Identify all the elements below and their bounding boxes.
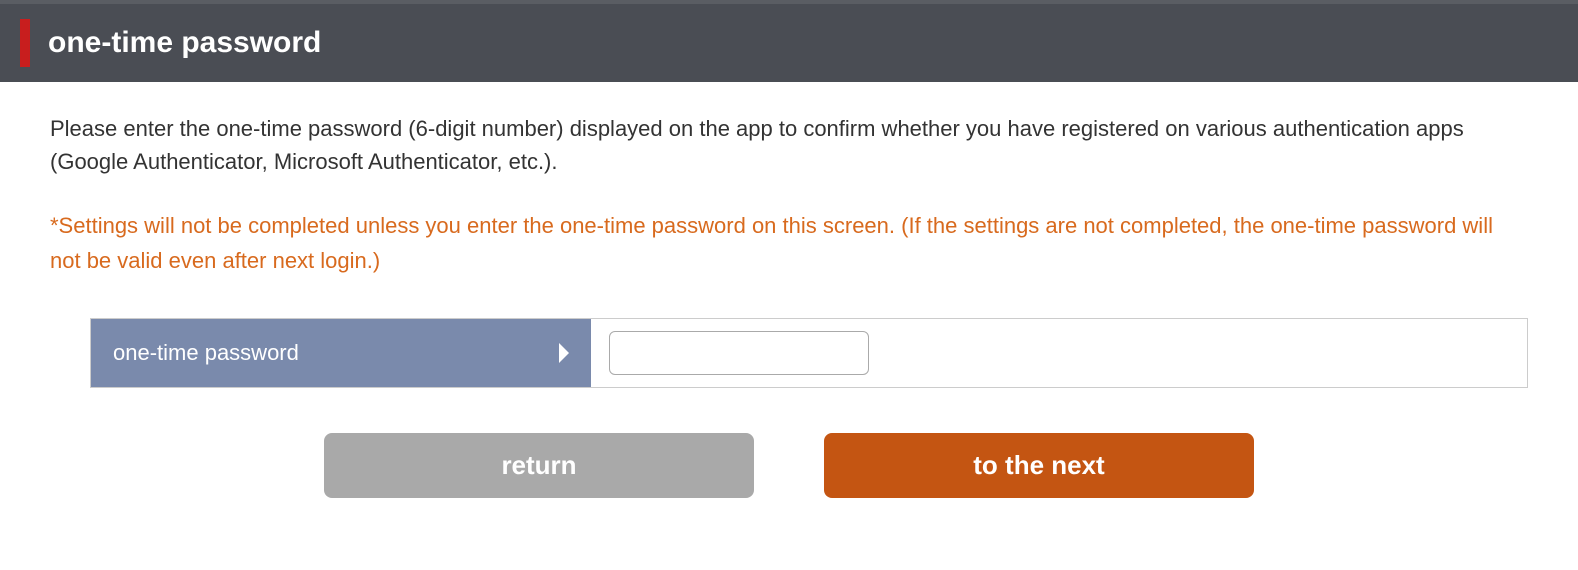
page-title: one-time password xyxy=(48,26,321,60)
arrow-right-icon xyxy=(559,343,569,363)
otp-label-text: one-time password xyxy=(113,340,299,366)
otp-field-label: one-time password xyxy=(91,319,591,387)
otp-form-row: one-time password xyxy=(90,318,1528,388)
content-area: Please enter the one-time password (6-di… xyxy=(0,82,1578,538)
page-header: one-time password xyxy=(0,4,1578,82)
next-button[interactable]: to the next xyxy=(824,433,1254,498)
otp-input[interactable] xyxy=(609,331,869,375)
button-row: return to the next xyxy=(50,433,1528,498)
instruction-text: Please enter the one-time password (6-di… xyxy=(50,112,1528,178)
accent-bar xyxy=(20,19,30,67)
otp-input-wrap xyxy=(591,319,1527,387)
warning-text: *Settings will not be completed unless y… xyxy=(50,208,1528,278)
return-button[interactable]: return xyxy=(324,433,754,498)
